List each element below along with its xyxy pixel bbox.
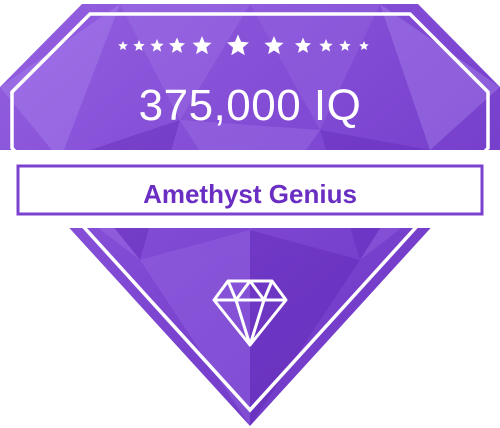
badge-title: Amethyst Genius bbox=[143, 179, 357, 209]
iq-badge: 375,000 IQ Amethyst Genius bbox=[0, 0, 500, 428]
star-icon bbox=[192, 36, 212, 55]
star-icon bbox=[339, 40, 351, 51]
star-icon bbox=[319, 39, 333, 52]
star-icon bbox=[150, 39, 164, 52]
star-rating bbox=[118, 34, 369, 56]
star-icon bbox=[227, 34, 249, 56]
star-icon bbox=[168, 37, 186, 53]
star-icon bbox=[359, 41, 369, 51]
star-icon bbox=[294, 37, 312, 53]
star-icon bbox=[118, 41, 128, 51]
star-icon bbox=[133, 40, 145, 51]
star-icon bbox=[264, 36, 284, 55]
iq-value: 375,000 IQ bbox=[138, 81, 362, 130]
